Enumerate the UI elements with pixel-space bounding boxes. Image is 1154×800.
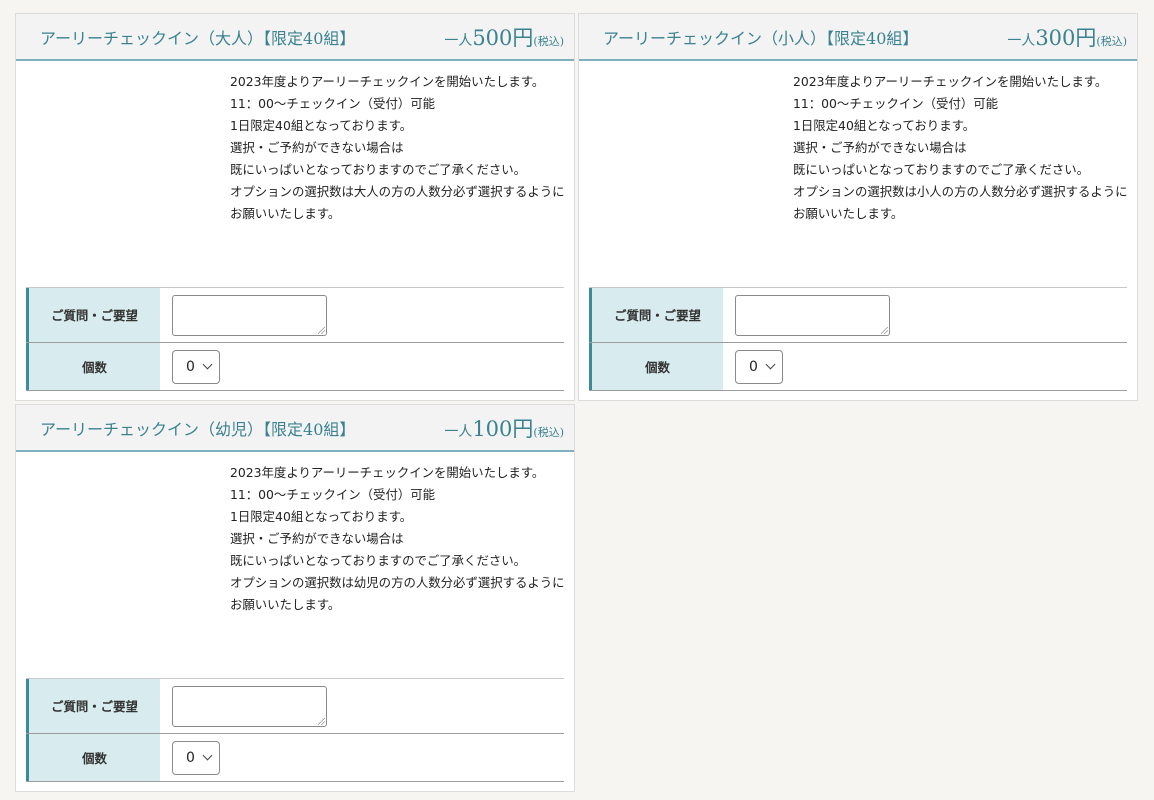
quantity-row: 個数 0 bbox=[26, 343, 564, 391]
description-line: 2023年度よりアーリーチェックインを開始いたします。 bbox=[793, 74, 1108, 89]
option-form: ご質問・ご要望 個数 0 bbox=[26, 287, 564, 391]
description-line: 既にいっぱいとなっておりますのでご了承ください。 bbox=[230, 162, 527, 177]
option-form: ご質問・ご要望 個数 0 bbox=[26, 678, 564, 782]
card-title: アーリーチェックイン（大人）【限定40組】 bbox=[40, 28, 356, 48]
quantity-select[interactable]: 0 bbox=[735, 349, 783, 384]
price-prefix: 一人 bbox=[1007, 32, 1036, 49]
description-line: 11：00〜チェックイン（受付）可能 bbox=[793, 96, 999, 111]
quantity-label: 個数 bbox=[589, 343, 723, 390]
card-title: アーリーチェックイン（小人）【限定40組】 bbox=[603, 28, 919, 48]
price-tax: (税込) bbox=[533, 425, 564, 439]
price-tax: (税込) bbox=[1096, 34, 1127, 48]
price: 一人 300円 (税込) bbox=[1007, 22, 1127, 52]
question-field-cell bbox=[160, 679, 564, 733]
description-line: お願いいたします。 bbox=[230, 206, 341, 221]
card-description: 2023年度よりアーリーチェックインを開始いたします。 11：00〜チェックイン… bbox=[230, 462, 566, 670]
quantity-select[interactable]: 0 bbox=[172, 349, 220, 384]
quantity-field-cell: 0 bbox=[160, 343, 564, 390]
quantity-value: 0 bbox=[186, 358, 195, 375]
price-amount: 100円 bbox=[472, 416, 534, 441]
quantity-value: 0 bbox=[749, 358, 758, 375]
description-line: 11：00〜チェックイン（受付）可能 bbox=[230, 487, 436, 502]
quantity-label: 個数 bbox=[26, 734, 160, 781]
description-line: 1日限定40組となっております。 bbox=[230, 118, 413, 133]
description-line: オプションの選択数は大人の方の人数分必ず選択するように bbox=[230, 184, 565, 199]
question-field-cell bbox=[723, 288, 1127, 342]
price-prefix: 一人 bbox=[444, 423, 473, 440]
description-line: 既にいっぱいとなっておりますのでご了承ください。 bbox=[793, 162, 1090, 177]
description-line: 既にいっぱいとなっておりますのでご了承ください。 bbox=[230, 553, 527, 568]
question-label: ご質問・ご要望 bbox=[589, 288, 723, 342]
quantity-label: 個数 bbox=[26, 343, 160, 390]
description-line: 11：00〜チェックイン（受付）可能 bbox=[230, 96, 436, 111]
question-field-cell bbox=[160, 288, 564, 342]
card-header: アーリーチェックイン（大人）【限定40組】 一人 500円 (税込) bbox=[16, 14, 574, 61]
question-textarea[interactable] bbox=[172, 294, 327, 336]
quantity-select[interactable]: 0 bbox=[172, 740, 220, 775]
option-card-infant: アーリーチェックイン（幼児）【限定40組】 一人 100円 (税込) 2023年度よ… bbox=[15, 404, 575, 792]
option-form: ご質問・ご要望 個数 0 bbox=[589, 287, 1127, 391]
description-line: 選択・ご予約ができない場合は bbox=[230, 140, 404, 155]
question-row: ご質問・ご要望 bbox=[589, 288, 1127, 343]
chevron-down-icon bbox=[765, 359, 776, 370]
question-textarea[interactable] bbox=[735, 294, 890, 336]
description-line: オプションの選択数は幼児の方の人数分必ず選択するように bbox=[230, 575, 565, 590]
resize-handle-icon[interactable] bbox=[881, 326, 888, 334]
question-label: ご質問・ご要望 bbox=[26, 288, 160, 342]
description-line: 2023年度よりアーリーチェックインを開始いたします。 bbox=[230, 465, 545, 480]
resize-handle-icon[interactable] bbox=[318, 326, 325, 334]
price-amount: 500円 bbox=[472, 25, 534, 50]
card-title: アーリーチェックイン（幼児）【限定40組】 bbox=[40, 419, 356, 439]
question-row: ご質問・ご要望 bbox=[26, 679, 564, 734]
price: 一人 100円 (税込) bbox=[444, 413, 564, 443]
option-card-child: アーリーチェックイン（小人）【限定40組】 一人 300円 (税込) 2023年度よ… bbox=[578, 13, 1138, 401]
resize-handle-icon[interactable] bbox=[318, 717, 325, 725]
question-textarea[interactable] bbox=[172, 685, 327, 727]
quantity-row: 個数 0 bbox=[589, 343, 1127, 391]
card-description: 2023年度よりアーリーチェックインを開始いたします。 11：00〜チェックイン… bbox=[793, 71, 1129, 279]
quantity-row: 個数 0 bbox=[26, 734, 564, 782]
price: 一人 500円 (税込) bbox=[444, 22, 564, 52]
price-tax: (税込) bbox=[533, 34, 564, 48]
price-prefix: 一人 bbox=[444, 32, 473, 49]
description-line: 1日限定40組となっております。 bbox=[230, 509, 413, 524]
description-line: 選択・ご予約ができない場合は bbox=[793, 140, 967, 155]
chevron-down-icon bbox=[202, 359, 213, 370]
card-description: 2023年度よりアーリーチェックインを開始いたします。 11：00〜チェックイン… bbox=[230, 71, 566, 279]
description-line: オプションの選択数は小人の方の人数分必ず選択するように bbox=[793, 184, 1128, 199]
description-line: 選択・ご予約ができない場合は bbox=[230, 531, 404, 546]
description-line: お願いいたします。 bbox=[230, 597, 341, 612]
quantity-value: 0 bbox=[186, 749, 195, 766]
card-header: アーリーチェックイン（小人）【限定40組】 一人 300円 (税込) bbox=[579, 14, 1137, 61]
question-label: ご質問・ご要望 bbox=[26, 679, 160, 733]
description-line: お願いいたします。 bbox=[793, 206, 904, 221]
card-header: アーリーチェックイン（幼児）【限定40組】 一人 100円 (税込) bbox=[16, 405, 574, 452]
price-amount: 300円 bbox=[1035, 25, 1097, 50]
description-line: 1日限定40組となっております。 bbox=[793, 118, 976, 133]
chevron-down-icon bbox=[202, 750, 213, 761]
description-line: 2023年度よりアーリーチェックインを開始いたします。 bbox=[230, 74, 545, 89]
question-row: ご質問・ご要望 bbox=[26, 288, 564, 343]
quantity-field-cell: 0 bbox=[723, 343, 1127, 390]
option-card-adult: アーリーチェックイン（大人）【限定40組】 一人 500円 (税込) 2023年度よ… bbox=[15, 13, 575, 401]
quantity-field-cell: 0 bbox=[160, 734, 564, 781]
